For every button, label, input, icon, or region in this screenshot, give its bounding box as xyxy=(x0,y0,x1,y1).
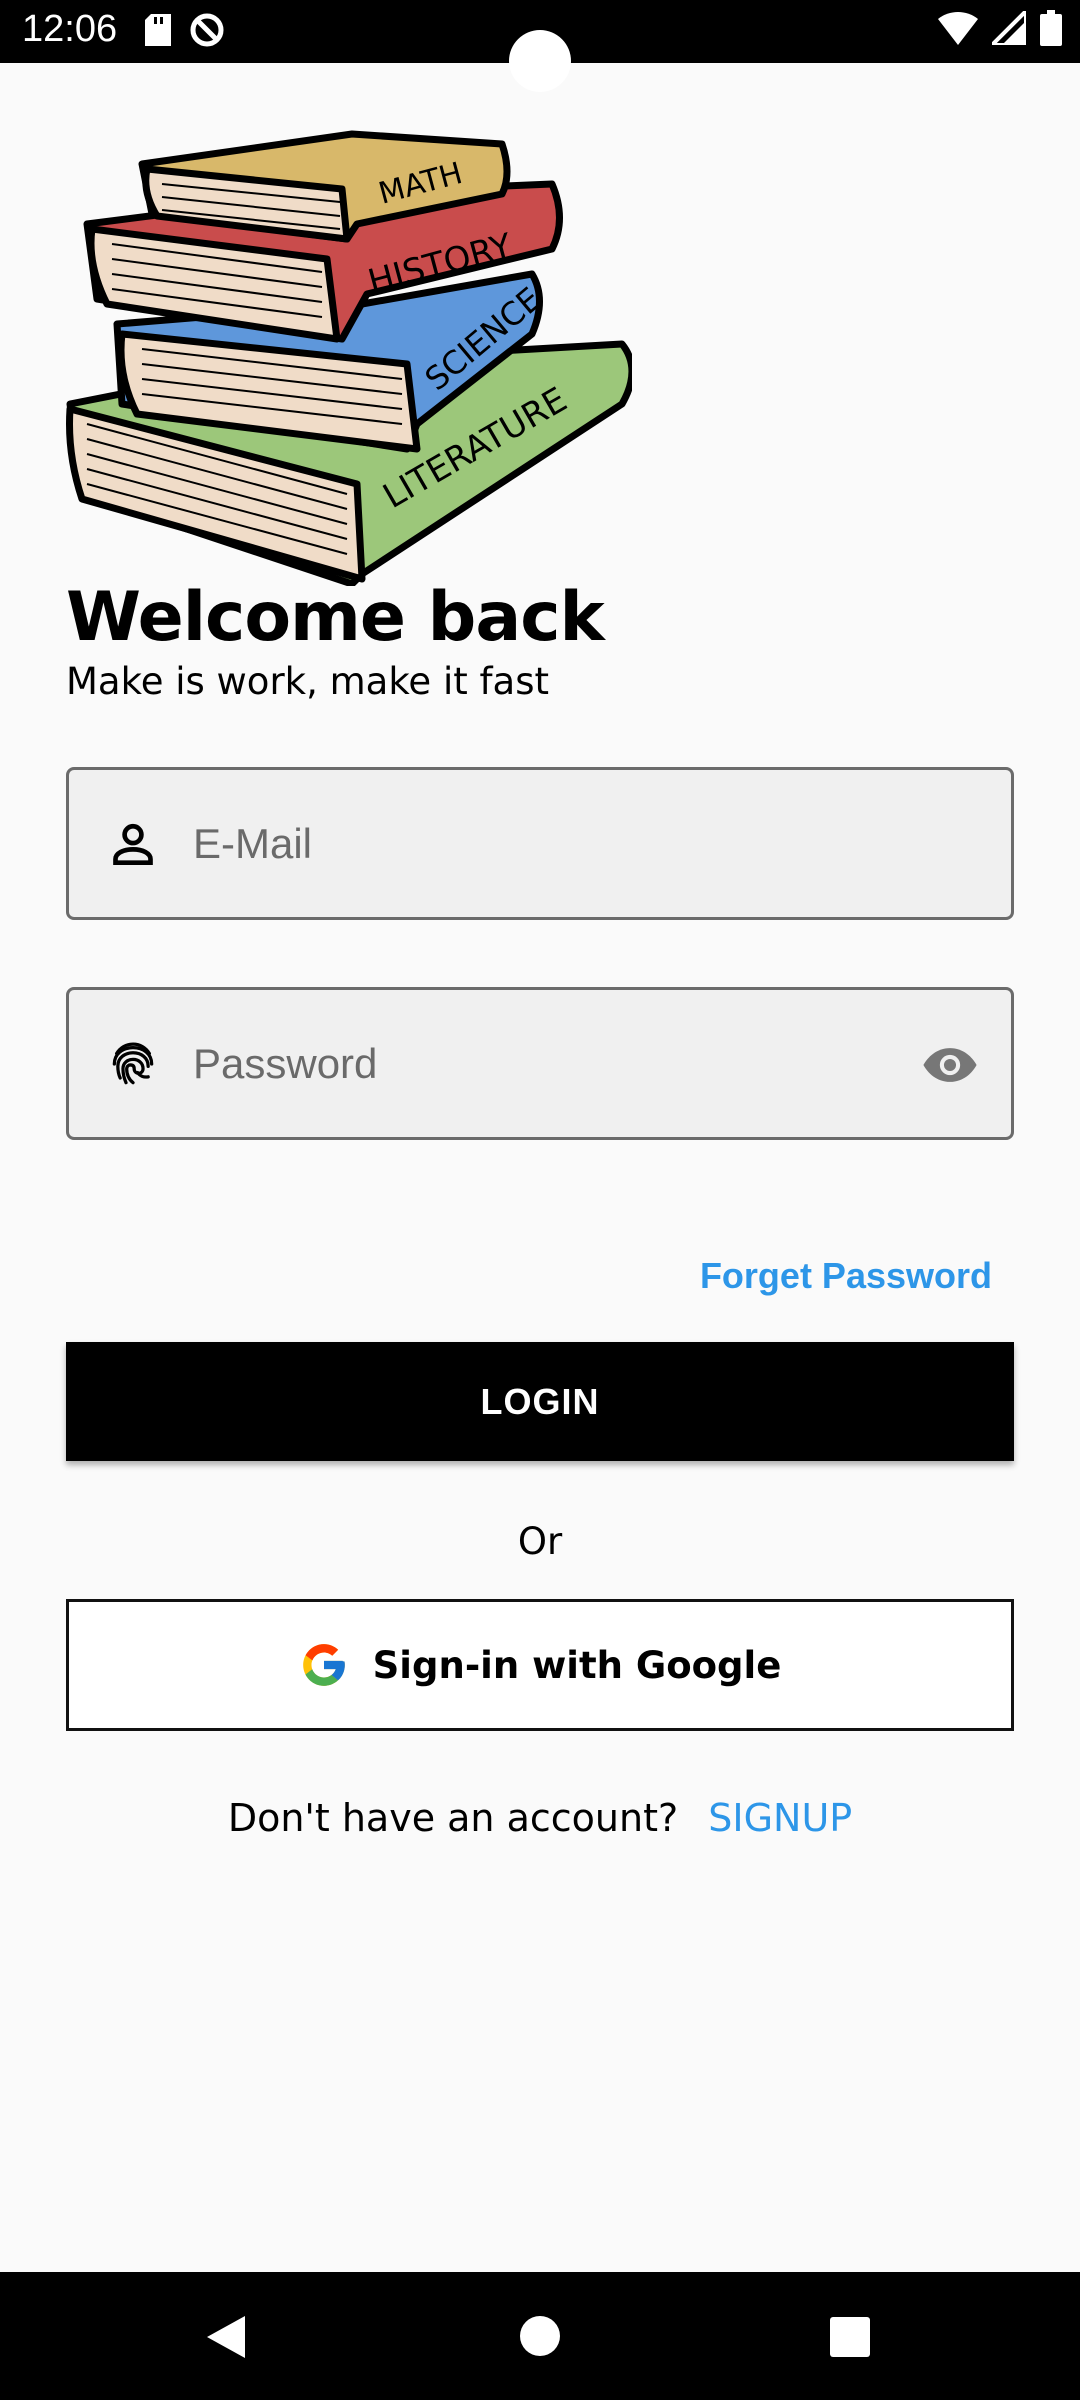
google-signin-button[interactable]: Sign-in with Google xyxy=(66,1599,1014,1731)
camera-cutout xyxy=(509,30,571,92)
email-input[interactable] xyxy=(193,800,953,888)
fingerprint-icon xyxy=(112,1042,154,1085)
password-field[interactable] xyxy=(66,987,1014,1140)
google-signin-label: Sign-in with Google xyxy=(372,1643,782,1687)
at-sign-icon xyxy=(190,13,224,47)
navigation-bar xyxy=(0,2272,1080,2400)
recents-icon[interactable] xyxy=(830,2317,870,2357)
or-divider-text: Or xyxy=(517,1520,563,1563)
signup-row: Don't have an account? SIGNUP xyxy=(0,1796,1080,1840)
wifi-icon xyxy=(938,11,978,45)
signal-icon xyxy=(992,11,1026,45)
back-icon[interactable] xyxy=(205,2314,247,2360)
person-icon xyxy=(113,823,153,865)
email-field[interactable] xyxy=(66,767,1014,920)
forget-password-link[interactable]: Forget Password xyxy=(700,1255,992,1297)
password-input[interactable] xyxy=(193,1020,953,1108)
battery-icon xyxy=(1040,10,1062,46)
no-account-text: Don't have an account? xyxy=(227,1796,679,1840)
eye-icon[interactable] xyxy=(919,1036,981,1094)
page-title: Welcome back xyxy=(66,578,605,657)
signup-link[interactable]: SIGNUP xyxy=(708,1796,852,1840)
sd-card-icon xyxy=(145,14,171,46)
login-button[interactable]: LOGIN xyxy=(66,1342,1014,1461)
home-icon[interactable] xyxy=(520,2316,560,2356)
google-icon xyxy=(302,1644,345,1686)
page-subtitle: Make is work, make it fast xyxy=(66,660,549,703)
status-time: 12:06 xyxy=(22,8,118,50)
books-illustration: LITERATURE SCIENCE HISTORY MATH xyxy=(66,130,632,586)
